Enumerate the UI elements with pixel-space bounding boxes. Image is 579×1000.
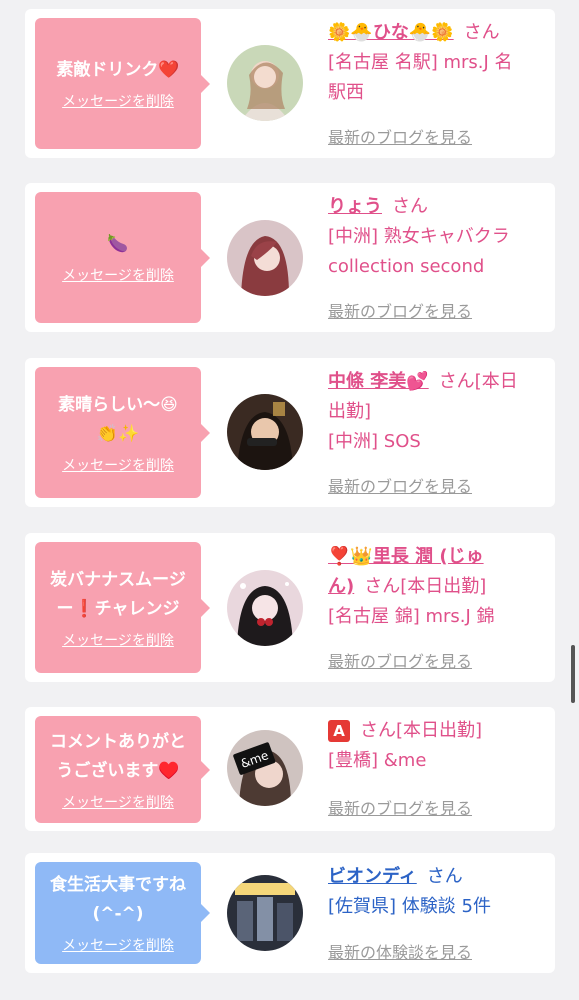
scrollbar[interactable] [571,645,575,703]
sender-name[interactable]: ❣️👑里長 潤 (じゅ [328,546,484,567]
avatar[interactable] [227,220,303,296]
honorific: さん[本日出勤] [360,720,483,741]
message-text: コメントありがと うございます♥️ [50,731,186,781]
message-card: 素敵ドリンク❤️ メッセージを削除 🌼🐣ひな🐣🌼 さん [名古屋 名駅] mrs.… [25,9,555,158]
sender-name[interactable]: A [328,720,350,742]
avatar[interactable]: &me [227,730,303,806]
honorific-cont: 出勤] [328,401,372,422]
delete-message-link[interactable]: メッセージを削除 [62,630,174,650]
store-info: [豊橋] &me [328,750,427,771]
store-info: [中洲] 熟女キャバクラ [328,226,510,247]
sender-info: ビオンディ さん [佐賀県] 体験談 5件 [328,862,550,922]
message-bubble: コメントありがと うございます♥️ メッセージを削除 [35,716,201,823]
sender-info: りょう さん [中洲] 熟女キャバクラ collection second [328,192,550,282]
delete-message-link[interactable]: メッセージを削除 [62,455,174,475]
store-info: [名古屋 錦] mrs.J 錦 [328,606,495,627]
message-text: 素晴らしい〜😆 👏✨ [58,394,178,444]
latest-blog-link[interactable]: 最新のブログを見る [328,473,472,497]
honorific: さん [392,196,428,217]
sender-name[interactable]: 中條 李美💕 [328,371,429,392]
store-info: [佐賀県] 体験談 5件 [328,896,491,917]
latest-blog-link[interactable]: 最新のブログを見る [328,795,472,819]
avatar[interactable] [227,394,303,470]
avatar[interactable] [227,45,303,121]
latest-blog-link[interactable]: 最新のブログを見る [328,298,472,322]
message-bubble: 🍆 メッセージを削除 [35,192,201,323]
message-bubble: 食生活大事ですね (^-^) メッセージを削除 [35,862,201,964]
latest-blog-link[interactable]: 最新のブログを見る [328,124,472,148]
store-info-cont: 駅西 [328,82,364,103]
store-info: [中洲] SOS [328,431,421,452]
sender-info: 🌼🐣ひな🐣🌼 さん [名古屋 名駅] mrs.J 名 駅西 [328,18,550,108]
sender-name-cont[interactable]: ん) [328,576,354,597]
message-bubble: 炭バナナスムージ ー❗️チャレンジ メッセージを削除 [35,542,201,673]
message-feed: 素敵ドリンク❤️ メッセージを削除 🌼🐣ひな🐣🌼 さん [名古屋 名駅] mrs.… [0,0,579,1000]
sender-name[interactable]: ビオンディ [328,866,417,887]
message-card: 食生活大事ですね (^-^) メッセージを削除 ビオンディ さん [佐賀県] 体験… [25,853,555,973]
sender-name[interactable]: 🌼🐣ひな🐣🌼 [328,22,454,43]
message-card: 素晴らしい〜😆 👏✨ メッセージを削除 中條 李美💕 さん[本日 出勤] [中洲]… [25,358,555,507]
delete-message-link[interactable]: メッセージを削除 [62,935,174,955]
message-text: 炭バナナスムージ ー❗️チャレンジ [50,569,186,619]
honorific: さん [463,22,500,43]
message-card: 🍆 メッセージを削除 りょう さん [中洲] 熟女キャバクラ collection… [25,183,555,332]
delete-message-link[interactable]: メッセージを削除 [62,265,174,285]
sender-name[interactable]: りょう [328,196,382,217]
message-bubble: 素敵ドリンク❤️ メッセージを削除 [35,18,201,149]
message-text: 素敵ドリンク❤️ [56,60,180,80]
message-card: コメントありがと うございます♥️ メッセージを削除 &me A さん[本日出勤]… [25,707,555,831]
message-card: 炭バナナスムージ ー❗️チャレンジ メッセージを削除 ❣️👑里長 潤 (じゅ ん… [25,533,555,682]
store-info-cont: collection second [328,256,485,277]
honorific: さん [426,866,463,887]
avatar[interactable] [227,875,303,951]
honorific: さん[本日 [438,371,518,392]
honorific: さん[本日出勤] [364,576,487,597]
avatar[interactable] [227,570,303,646]
message-text: 食生活大事ですね (^-^) [50,875,186,924]
delete-message-link[interactable]: メッセージを削除 [62,792,174,812]
store-info: [名古屋 名駅] mrs.J 名 [328,52,513,73]
sender-info: A さん[本日出勤] [豊橋] &me [328,716,550,776]
sender-info: ❣️👑里長 潤 (じゅ ん) さん[本日出勤] [名古屋 錦] mrs.J 錦 [328,542,550,632]
sender-info: 中條 李美💕 さん[本日 出勤] [中洲] SOS [328,367,550,457]
message-text: 🍆 [107,234,129,254]
message-bubble: 素晴らしい〜😆 👏✨ メッセージを削除 [35,367,201,498]
latest-review-link[interactable]: 最新の体験談を見る [328,939,472,963]
latest-blog-link[interactable]: 最新のブログを見る [328,648,472,672]
delete-message-link[interactable]: メッセージを削除 [62,91,174,111]
